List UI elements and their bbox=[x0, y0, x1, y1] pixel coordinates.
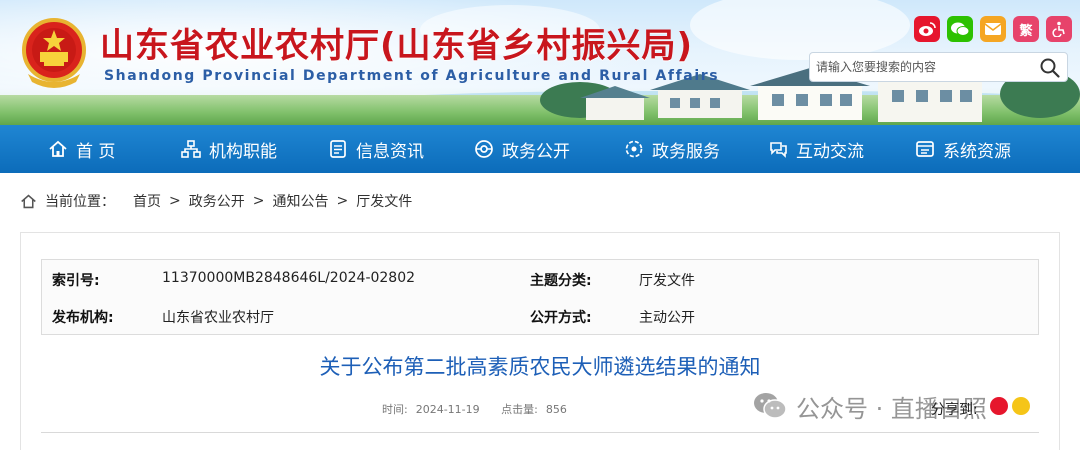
publisher-label: 发布机构: bbox=[52, 310, 114, 326]
nav-item-label: 政务公开 bbox=[502, 141, 570, 162]
topic-category-label: 主题分类: bbox=[530, 273, 592, 289]
system-resource-icon bbox=[916, 141, 934, 157]
wechat-logo-icon bbox=[754, 393, 787, 419]
national-emblem-icon bbox=[22, 18, 86, 88]
nav-item-label: 政务服务 bbox=[652, 141, 720, 162]
open-government-icon bbox=[475, 140, 493, 158]
breadcrumb-separator: > bbox=[169, 193, 181, 209]
nav-item-label: 互动交流 bbox=[796, 141, 864, 162]
site-header-banner: 山东省农业农村厅(山东省乡村振兴局) Shandong Provincial D… bbox=[0, 0, 1080, 125]
nav-item-home[interactable]: 首 页 bbox=[48, 125, 115, 173]
breadcrumb-separator: > bbox=[336, 193, 349, 209]
nav-item-organization[interactable]: 机构职能 bbox=[181, 125, 277, 173]
document-meta-table: 索引号: 11370000MB2848646L/2024-02802 主题分类:… bbox=[41, 259, 1039, 335]
share-label: 分享到: bbox=[931, 402, 978, 418]
nav-item-system-resources[interactable]: 系统资源 bbox=[915, 125, 1011, 173]
disclosure-method-label: 公开方式: bbox=[530, 310, 592, 326]
document-icon bbox=[330, 140, 346, 158]
publisher-value: 山东省农业农村厅 bbox=[162, 310, 274, 326]
home-icon bbox=[21, 194, 36, 208]
site-subtitle-english: Shandong Provincial Department of Agricu… bbox=[104, 68, 720, 84]
nav-item-label: 信息资讯 bbox=[356, 141, 424, 162]
header-icon-bar: 繁 bbox=[914, 16, 1072, 42]
article-info: 时间: 2024-11-19 点击量: 856 bbox=[382, 401, 575, 417]
publish-time-value: 2024-11-19 bbox=[415, 403, 480, 416]
search-input[interactable] bbox=[816, 57, 1036, 77]
nav-item-information[interactable]: 信息资讯 bbox=[328, 125, 424, 173]
home-icon bbox=[49, 140, 67, 157]
nav-item-open-government[interactable]: 政务公开 bbox=[474, 125, 570, 173]
search-icon[interactable] bbox=[1039, 57, 1061, 79]
org-structure-icon bbox=[181, 140, 201, 158]
breadcrumb: 当前位置： 首页 > 政务公开 > 通知公告 > 厅发文件 bbox=[20, 190, 412, 212]
banner-cloud bbox=[690, 0, 910, 60]
nav-item-government-service[interactable]: 政务服务 bbox=[624, 125, 720, 173]
index-number-value: 11370000MB2848646L/2024-02802 bbox=[162, 270, 416, 286]
site-search bbox=[809, 52, 1068, 82]
breadcrumb-link-home[interactable]: 首页 bbox=[133, 191, 161, 211]
nav-item-label: 系统资源 bbox=[943, 141, 1011, 162]
breadcrumb-link-open-government[interactable]: 政务公开 bbox=[189, 191, 245, 211]
index-number-label: 索引号: bbox=[52, 273, 100, 289]
traditional-chinese-label: 繁 bbox=[1019, 23, 1033, 39]
chat-icon bbox=[770, 142, 787, 158]
topic-category-value: 厅发文件 bbox=[639, 273, 695, 289]
breadcrumb-separator: > bbox=[252, 193, 265, 209]
email-icon[interactable] bbox=[980, 16, 1006, 42]
weibo-icon[interactable] bbox=[914, 16, 940, 42]
share-qzone-icon[interactable] bbox=[1012, 397, 1030, 415]
nav-item-label: 首 页 bbox=[76, 141, 116, 162]
site-title: 山东省农业农村厅(山东省乡村振兴局) bbox=[100, 26, 694, 66]
wechat-icon[interactable] bbox=[947, 16, 973, 42]
breadcrumb-link-department-documents[interactable]: 厅发文件 bbox=[356, 191, 412, 211]
nav-item-label: 机构职能 bbox=[209, 141, 277, 162]
article-title: 关于公布第二批高素质农民大师遴选结果的通知 bbox=[319, 355, 761, 379]
disclosure-method-value: 主动公开 bbox=[639, 310, 695, 326]
accessibility-icon[interactable] bbox=[1046, 16, 1072, 42]
main-navigation: 首 页 机构职能 信息资讯 政务公开 政务服务 互动交流 系统资源 bbox=[0, 125, 1080, 173]
breadcrumb-label: 当前位置： bbox=[45, 194, 115, 210]
breadcrumb-link-notices[interactable]: 通知公告 bbox=[272, 191, 328, 211]
nav-item-interaction[interactable]: 互动交流 bbox=[768, 125, 864, 173]
traditional-chinese-icon[interactable]: 繁 bbox=[1013, 16, 1039, 42]
view-count-label: 点击量: bbox=[501, 403, 538, 416]
publish-time-label: 时间: bbox=[382, 403, 408, 416]
service-icon bbox=[625, 140, 643, 158]
share-weibo-icon[interactable] bbox=[990, 397, 1008, 415]
share-buttons bbox=[990, 397, 1030, 415]
divider bbox=[41, 432, 1039, 433]
view-count-value: 856 bbox=[545, 403, 567, 416]
